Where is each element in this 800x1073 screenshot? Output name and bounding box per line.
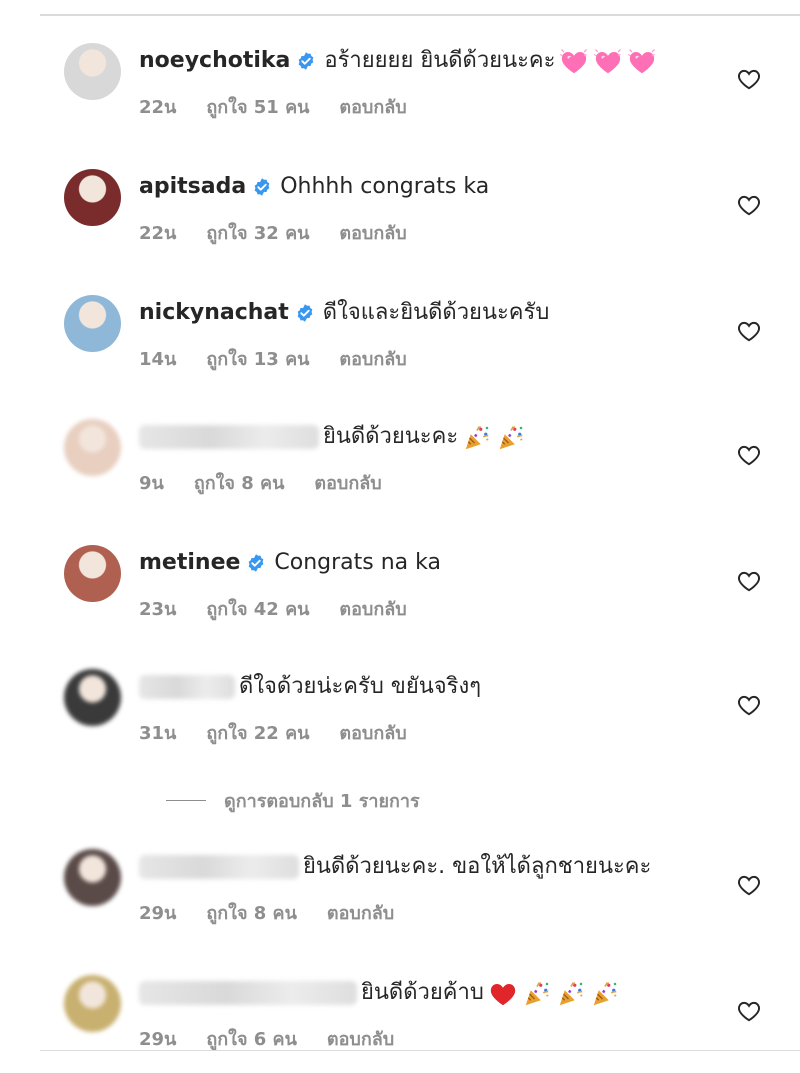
verified-badge-icon xyxy=(252,177,272,197)
pink-heart-icon xyxy=(627,47,657,75)
comment-item: apitsada Ohhhh congrats ka 22น ถูกใจ 32 คน ต… xyxy=(0,166,800,266)
comment-item: ยินดีด้วยนะคะ. ขอให้ได้ลูกชายนะคะ 29น ถูกใ… xyxy=(0,846,800,946)
username-link[interactable]: apitsada xyxy=(139,173,246,201)
like-heart-icon[interactable] xyxy=(736,192,762,216)
verified-badge-icon xyxy=(296,51,316,71)
like-heart-icon[interactable] xyxy=(736,66,762,90)
like-heart-icon[interactable] xyxy=(736,442,762,466)
reply-button[interactable]: ตอบกลับ xyxy=(327,898,394,927)
comment-text: Ohhhh congrats ka xyxy=(280,174,490,199)
comment-text: ดีใจด้วยน่ะครับ ขยันจริงๆ xyxy=(239,674,482,699)
reply-button[interactable]: ตอบกลับ xyxy=(339,718,406,747)
username-link[interactable]: metinee xyxy=(139,549,240,577)
comment-item: metinee Congrats na ka 23น ถูกใจ 42 คน ตอบกล… xyxy=(0,542,800,642)
comment-time: 22น xyxy=(139,97,177,118)
comment-line: ยินดีด้วยนะคะ xyxy=(139,423,526,451)
like-heart-icon[interactable] xyxy=(736,318,762,342)
comment-time: 23น xyxy=(139,599,177,620)
comment-meta: 9น ถูกใจ 8 คน ตอบกลับ xyxy=(139,468,382,497)
likes-count-button[interactable]: ถูกใจ 32 คน xyxy=(206,218,309,247)
username-link[interactable]: nickynachat xyxy=(139,299,289,327)
comment-meta: 22น ถูกใจ 32 คน ตอบกลับ xyxy=(139,218,407,247)
comment-meta: 29น ถูกใจ 8 คน ตอบกลับ xyxy=(139,898,394,927)
verified-badge-icon xyxy=(246,553,266,573)
red-heart-icon xyxy=(488,979,518,1007)
party-popper-icon xyxy=(590,979,620,1007)
reply-button[interactable]: ตอบกลับ xyxy=(339,594,406,623)
party-popper-icon xyxy=(522,979,552,1007)
comment-text: ดีใจและยินดีด้วยนะครับ xyxy=(322,300,550,325)
blurred-username[interactable] xyxy=(139,855,299,879)
avatar[interactable] xyxy=(64,43,121,100)
party-popper-icon xyxy=(462,423,492,451)
comment-item: ยินดีด้วยค้าบ 29น ถูกใจ 6 คน ตอบกลับ xyxy=(0,972,800,1072)
likes-count-button[interactable]: ถูกใจ 22 คน xyxy=(206,718,309,747)
reply-button[interactable]: ตอบกลับ xyxy=(314,468,381,497)
avatar[interactable] xyxy=(64,849,121,906)
comment-text: อร้ายยยย ยินดีด้วยนะคะ xyxy=(324,48,556,73)
verified-badge-icon xyxy=(295,303,315,323)
comment-meta: 31น ถูกใจ 22 คน ตอบกลับ xyxy=(139,718,407,747)
avatar[interactable] xyxy=(64,419,121,476)
comment-line: nickynachat ดีใจและยินดีด้วยนะครับ xyxy=(139,299,549,327)
view-replies-label: ดูการตอบกลับ 1 รายการ xyxy=(224,791,420,812)
comment-text: Congrats na ka xyxy=(274,550,441,575)
party-popper-icon xyxy=(556,979,586,1007)
comment-line: apitsada Ohhhh congrats ka xyxy=(139,173,489,201)
comment-item: ดีใจด้วยน่ะครับ ขยันจริงๆ 31น ถูกใจ 22 คน ต… xyxy=(0,666,800,766)
comment-time: 29น xyxy=(139,903,177,924)
replies-dash xyxy=(166,800,206,801)
like-heart-icon[interactable] xyxy=(736,568,762,592)
likes-count-button[interactable]: ถูกใจ 51 คน xyxy=(206,92,309,121)
comment-meta: 23น ถูกใจ 42 คน ตอบกลับ xyxy=(139,594,407,623)
comment-text: ยินดีด้วยนะคะ xyxy=(323,424,459,449)
comment-meta: 14น ถูกใจ 13 คน ตอบกลับ xyxy=(139,344,407,373)
comment-time: 14น xyxy=(139,349,177,370)
comment-item: ยินดีด้วยนะคะ 9น ถูกใจ 8 คน ตอบกลับ xyxy=(0,416,800,516)
comment-meta: 29น ถูกใจ 6 คน ตอบกลับ xyxy=(139,1024,394,1053)
comment-item: noeychotika อร้ายยยย ยินดีด้วยนะคะ 22น ถูกใ… xyxy=(0,40,800,140)
comment-time: 29น xyxy=(139,1029,177,1050)
pink-heart-icon xyxy=(559,47,589,75)
view-replies-button[interactable]: ดูการตอบกลับ 1 รายการ xyxy=(166,786,420,815)
pink-heart-icon xyxy=(593,47,623,75)
avatar[interactable] xyxy=(64,975,121,1032)
reply-button[interactable]: ตอบกลับ xyxy=(339,218,406,247)
likes-count-button[interactable]: ถูกใจ 42 คน xyxy=(206,594,309,623)
comment-line: metinee Congrats na ka xyxy=(139,549,441,577)
comment-text: ยินดีด้วยนะคะ. ขอให้ได้ลูกชายนะคะ xyxy=(303,854,652,879)
party-popper-icon xyxy=(496,423,526,451)
blurred-username[interactable] xyxy=(139,425,319,449)
comment-time: 31น xyxy=(139,723,177,744)
comment-meta: 22น ถูกใจ 51 คน ตอบกลับ xyxy=(139,92,407,121)
like-heart-icon[interactable] xyxy=(736,998,762,1022)
like-heart-icon[interactable] xyxy=(736,692,762,716)
reply-button[interactable]: ตอบกลับ xyxy=(339,92,406,121)
comment-time: 22น xyxy=(139,223,177,244)
avatar[interactable] xyxy=(64,169,121,226)
comment-line: ดีใจด้วยน่ะครับ ขยันจริงๆ xyxy=(139,673,481,701)
avatar[interactable] xyxy=(64,295,121,352)
reply-button[interactable]: ตอบกลับ xyxy=(339,344,406,373)
likes-count-button[interactable]: ถูกใจ 8 คน xyxy=(194,468,285,497)
likes-count-button[interactable]: ถูกใจ 6 คน xyxy=(206,1024,297,1053)
reply-button[interactable]: ตอบกลับ xyxy=(327,1024,394,1053)
likes-count-button[interactable]: ถูกใจ 13 คน xyxy=(206,344,309,373)
blurred-username[interactable] xyxy=(139,675,235,699)
comment-line: noeychotika อร้ายยยย ยินดีด้วยนะคะ xyxy=(139,47,657,75)
comment-line: ยินดีด้วยค้าบ xyxy=(139,979,620,1007)
bottom-divider xyxy=(40,1050,800,1051)
avatar[interactable] xyxy=(64,545,121,602)
avatar[interactable] xyxy=(64,669,121,726)
username-link[interactable]: noeychotika xyxy=(139,47,290,75)
comment-line: ยินดีด้วยนะคะ. ขอให้ได้ลูกชายนะคะ xyxy=(139,853,651,881)
top-divider xyxy=(40,14,800,16)
comment-text: ยินดีด้วยค้าบ xyxy=(361,980,484,1005)
comment-time: 9น xyxy=(139,473,164,494)
like-heart-icon[interactable] xyxy=(736,872,762,896)
likes-count-button[interactable]: ถูกใจ 8 คน xyxy=(206,898,297,927)
comment-item: nickynachat ดีใจและยินดีด้วยนะครับ 14น ถูกใ… xyxy=(0,292,800,392)
comments-page: noeychotika อร้ายยยย ยินดีด้วยนะคะ 22น ถูกใ… xyxy=(0,0,800,1073)
blurred-username[interactable] xyxy=(139,981,357,1005)
